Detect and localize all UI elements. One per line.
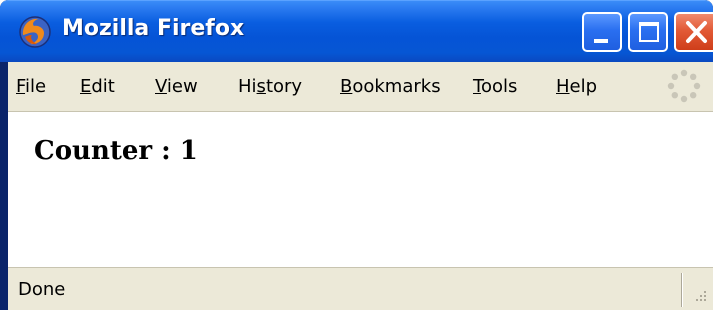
close-icon — [676, 14, 713, 50]
counter-heading: Counter : 1 — [34, 136, 198, 166]
minimize-button[interactable] — [582, 12, 622, 52]
close-button[interactable] — [674, 12, 713, 52]
maximize-button[interactable] — [628, 12, 668, 52]
menu-bookmarks[interactable]: Bookmarks — [340, 76, 441, 97]
page-content: Counter : 1 — [8, 112, 713, 265]
status-bar: Done — [8, 265, 713, 310]
status-divider — [681, 273, 683, 307]
maximize-icon — [639, 22, 659, 42]
browser-window: Mozilla Firefox File Edit View History B… — [0, 0, 713, 310]
status-text: Done — [18, 279, 66, 300]
menu-bar: File Edit View History Bookmarks Tools H… — [8, 62, 713, 112]
menu-help[interactable]: Help — [556, 76, 597, 97]
minimize-icon — [594, 39, 608, 43]
title-bar[interactable]: Mozilla Firefox — [0, 0, 713, 62]
menu-edit[interactable]: Edit — [80, 76, 115, 97]
menu-view[interactable]: View — [155, 76, 198, 97]
window-title: Mozilla Firefox — [62, 16, 245, 41]
throbber-icon — [666, 68, 702, 104]
firefox-logo-icon — [18, 15, 52, 49]
menu-history[interactable]: History — [238, 76, 302, 97]
menu-tools[interactable]: Tools — [473, 76, 517, 97]
menu-file[interactable]: File — [16, 76, 46, 97]
resize-grip-icon[interactable] — [690, 287, 708, 305]
